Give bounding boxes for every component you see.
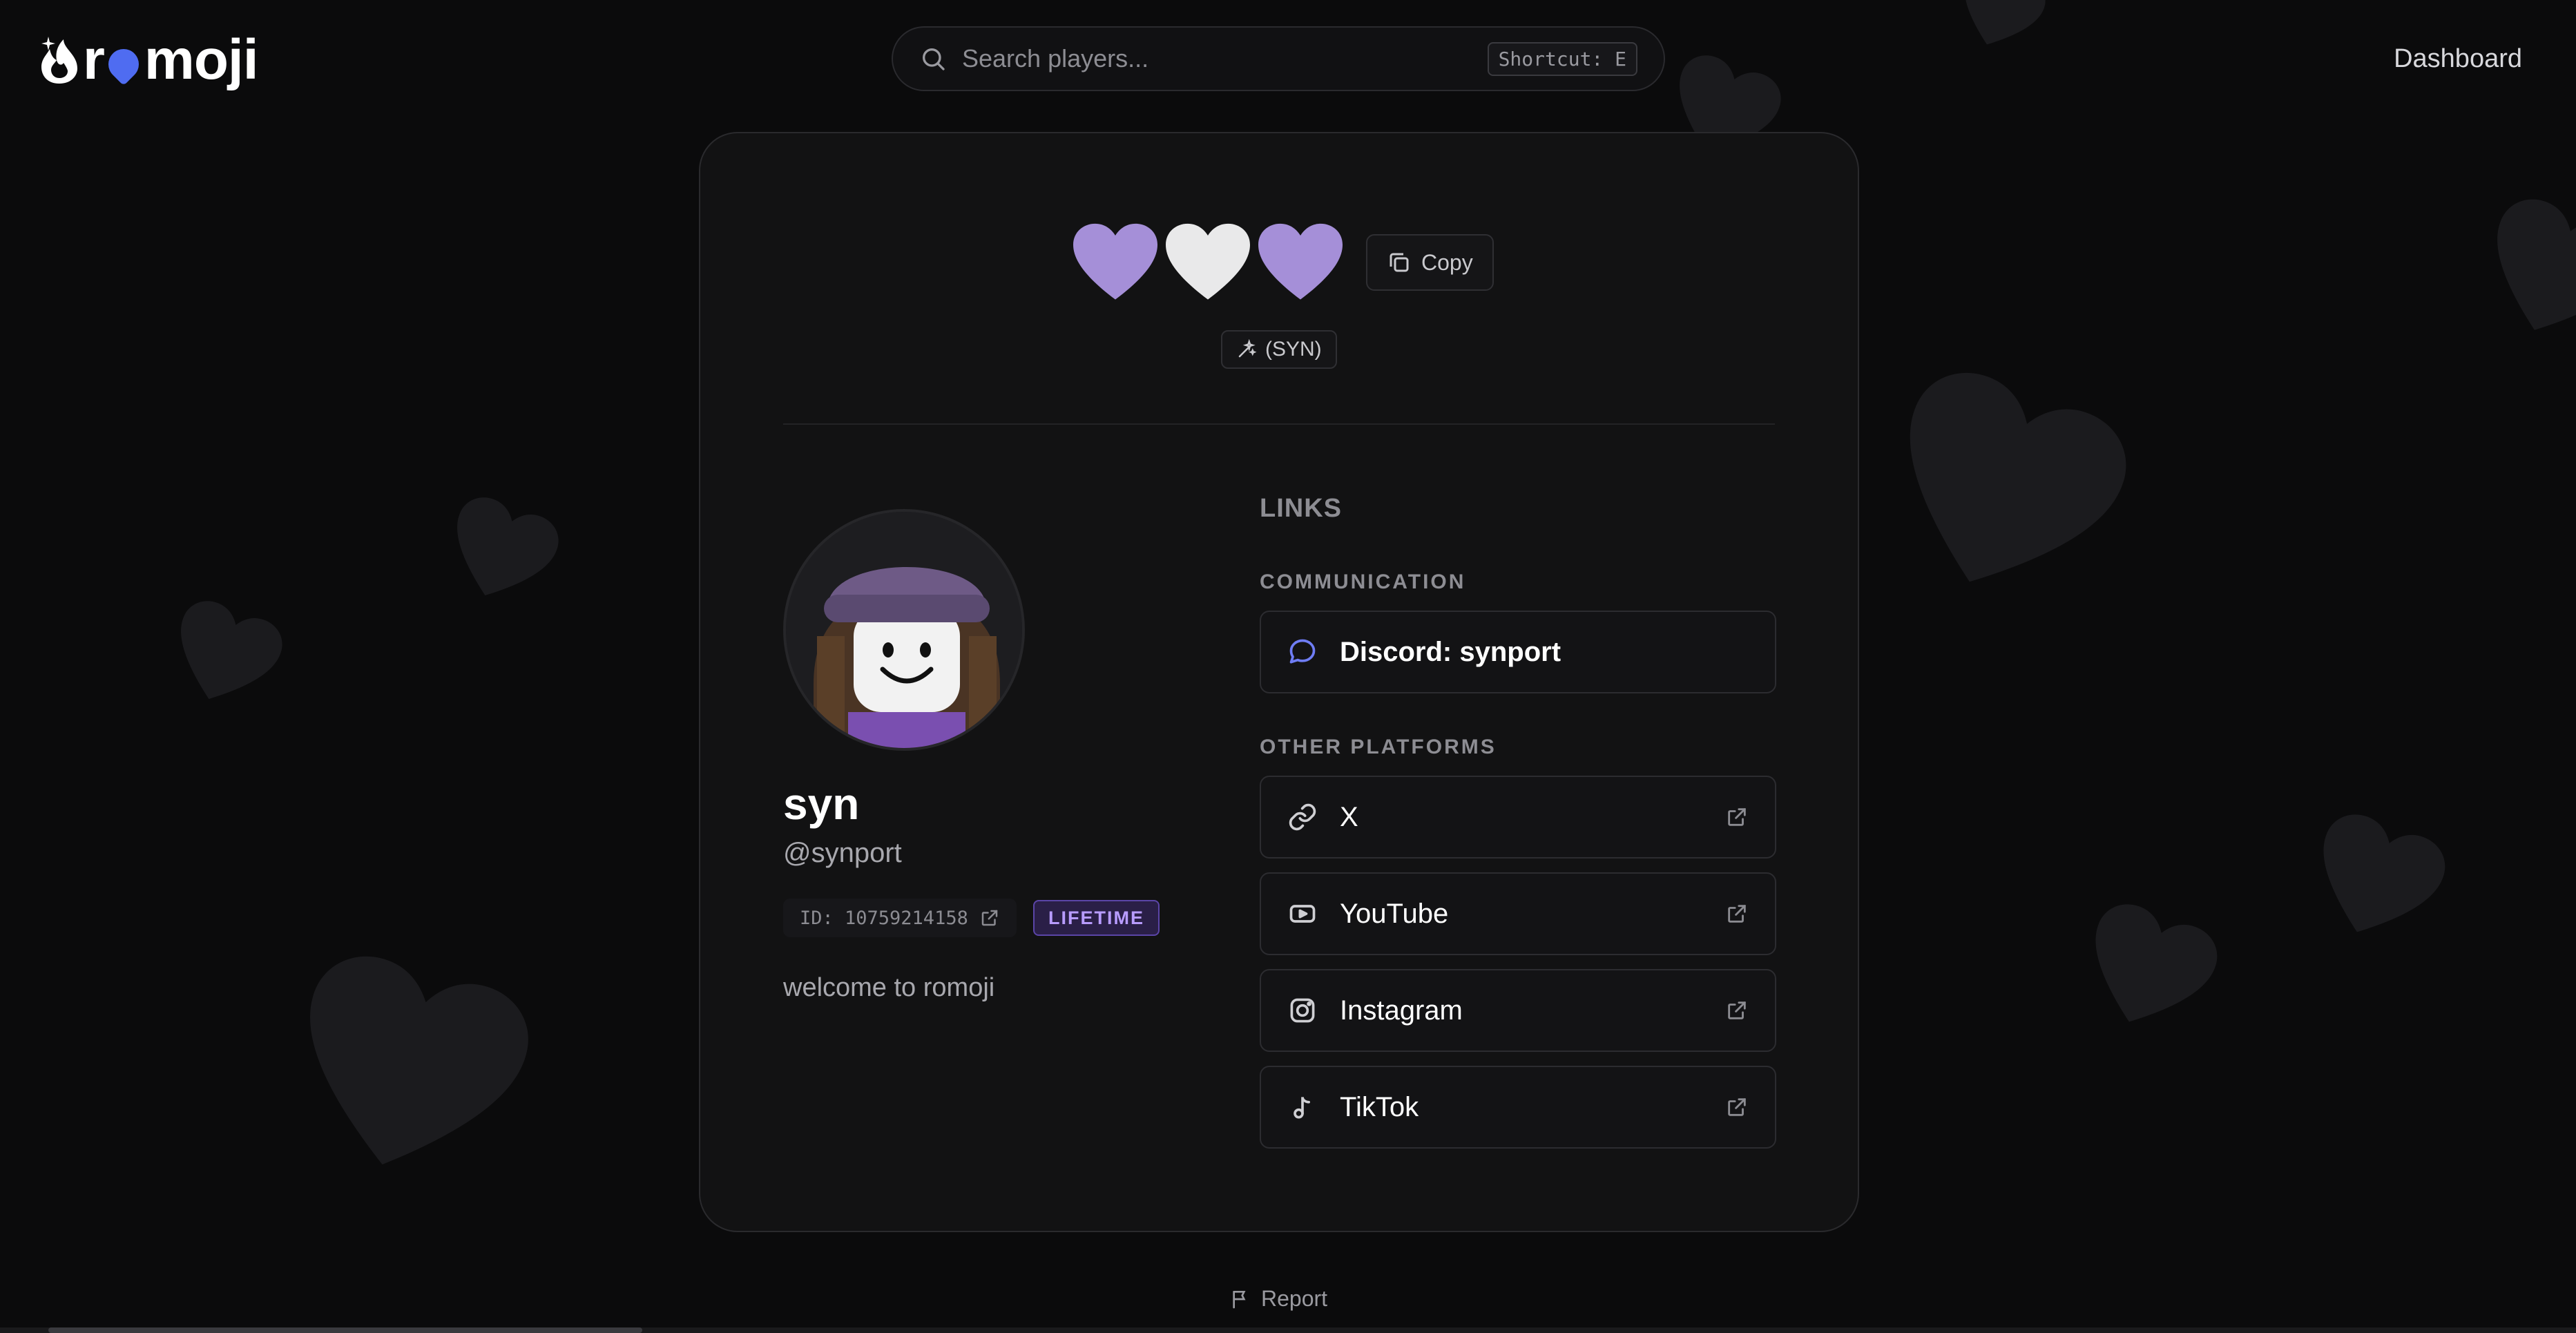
bg-heart-icon xyxy=(457,497,559,596)
horizontal-scrollbar[interactable] xyxy=(0,1327,2576,1333)
link-tiktok-label: TikTok xyxy=(1340,1091,1419,1122)
bg-heart-icon xyxy=(2095,904,2218,1022)
external-link-icon xyxy=(1728,905,1746,923)
purple-heart-icon xyxy=(1258,223,1343,300)
communication-label: COMMUNICATION xyxy=(1260,570,1466,593)
bio-text: welcome to romoji xyxy=(783,973,995,1002)
external-link-icon xyxy=(981,910,998,926)
section-divider xyxy=(783,423,1775,425)
emoji-set-row: Copy xyxy=(1073,223,1494,302)
bg-heart-icon xyxy=(1910,372,2126,582)
romoji-logo[interactable]: r moji xyxy=(40,28,258,93)
tiktok-icon xyxy=(1294,1097,1310,1119)
username: @synport xyxy=(783,838,902,868)
avatar xyxy=(783,509,1025,751)
bg-heart-icon xyxy=(2323,814,2445,932)
bg-heart-icon xyxy=(2497,199,2576,330)
logo-text-suffix: moji xyxy=(144,28,259,91)
emoji-tag-label: (SYN) xyxy=(1265,338,1322,361)
logo-text-prefix: r xyxy=(83,28,105,91)
links-heading: LINKS xyxy=(1260,494,1342,523)
flag-icon xyxy=(1233,1290,1246,1308)
report-button[interactable]: Report xyxy=(1229,1286,1327,1312)
link-instagram[interactable]: Instagram xyxy=(1260,969,1776,1052)
player-id-label: ID: 10759214158 xyxy=(800,907,968,929)
player-id-link[interactable]: ID: 10759214158 xyxy=(783,899,1017,937)
purple-heart-icon xyxy=(1073,223,1157,300)
search-shortcut-hint: Shortcut: E xyxy=(1487,41,1637,76)
white-heart-icon xyxy=(1166,223,1250,300)
other-platforms-label: OTHER PLATFORMS xyxy=(1260,736,1497,758)
link-instagram-label: Instagram xyxy=(1340,995,1463,1026)
external-link-icon xyxy=(1728,808,1746,826)
chat-bubble-icon xyxy=(1289,639,1316,664)
profile-card: Copy (SYN) syn @synport ID: 10759214158 xyxy=(699,132,1859,1232)
report-label: Report xyxy=(1261,1286,1328,1311)
copy-button[interactable]: Copy xyxy=(1366,234,1494,291)
link-x-label: X xyxy=(1340,801,1358,832)
sparkle-wand-icon xyxy=(1238,339,1257,358)
external-link-icon xyxy=(1728,1001,1746,1019)
bg-heart-icon xyxy=(181,601,282,700)
link-youtube-label: YouTube xyxy=(1340,898,1449,929)
external-link-icon xyxy=(1728,1098,1746,1116)
bg-heart-icon xyxy=(310,956,528,1165)
discord-link-label: Discord: synport xyxy=(1340,636,1561,667)
logo-wordmark: r moji xyxy=(83,28,258,93)
search-icon xyxy=(923,48,945,70)
scrollbar-thumb[interactable] xyxy=(48,1327,642,1333)
flame-sparkle-icon xyxy=(41,37,77,84)
display-name: syn xyxy=(783,779,860,829)
link-x[interactable]: X xyxy=(1260,776,1776,859)
copy-button-label: Copy xyxy=(1421,249,1473,275)
copy-icon xyxy=(1390,253,1409,272)
bg-heart-icon xyxy=(1964,0,2046,45)
logo-drop-icon xyxy=(102,42,146,86)
search-input[interactable]: Search players... xyxy=(962,44,1488,73)
link-icon xyxy=(1289,803,1316,831)
link-youtube[interactable]: YouTube xyxy=(1260,872,1776,955)
youtube-icon xyxy=(1289,905,1316,923)
emoji-tag-pill[interactable]: (SYN) xyxy=(1221,330,1337,369)
search-bar[interactable]: Search players... Shortcut: E xyxy=(892,26,1665,91)
instagram-icon xyxy=(1290,998,1315,1023)
dashboard-link[interactable]: Dashboard xyxy=(2394,44,2522,74)
lifetime-badge: LIFETIME xyxy=(1033,900,1160,936)
link-tiktok[interactable]: TikTok xyxy=(1260,1066,1776,1149)
discord-link[interactable]: Discord: synport xyxy=(1260,611,1776,693)
